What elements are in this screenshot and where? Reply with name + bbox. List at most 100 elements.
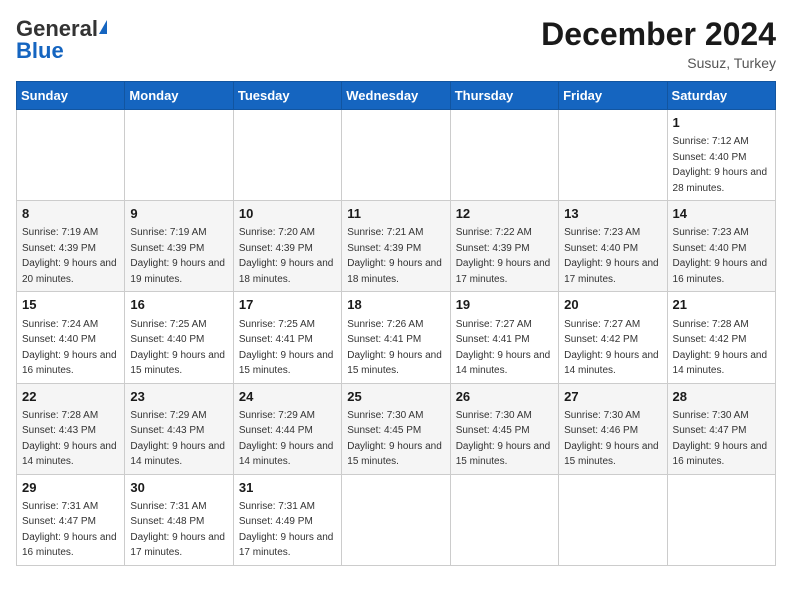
day-number: 21	[673, 296, 770, 314]
calendar-header-row: SundayMondayTuesdayWednesdayThursdayFrid…	[17, 82, 776, 110]
day-number: 30	[130, 479, 227, 497]
day-number: 15	[22, 296, 119, 314]
day-number: 16	[130, 296, 227, 314]
day-number: 14	[673, 205, 770, 223]
day-info: Sunrise: 7:26 AMSunset: 4:41 PMDaylight:…	[347, 319, 442, 377]
calendar-cell	[342, 474, 450, 565]
logo-blue: Blue	[16, 38, 64, 64]
calendar-cell: 25 Sunrise: 7:30 AMSunset: 4:45 PMDayligh…	[342, 383, 450, 474]
calendar-week-row: 8Sunrise: 7:19 AMSunset: 4:39 PMDaylight…	[17, 201, 776, 292]
calendar-week-row: 22 Sunrise: 7:28 AMSunset: 4:43 PMDayligh…	[17, 383, 776, 474]
calendar-cell: 10 Sunrise: 7:20 AMSunset: 4:39 PMDayligh…	[233, 201, 341, 292]
calendar-cell	[559, 110, 667, 201]
calendar-cell: 29 Sunrise: 7:31 AMSunset: 4:47 PMDayligh…	[17, 474, 125, 565]
day-number: 10	[239, 205, 336, 223]
calendar-cell	[559, 474, 667, 565]
calendar-cell	[17, 110, 125, 201]
day-number: 8	[22, 205, 119, 223]
logo-triangle-icon	[99, 20, 107, 34]
day-info: Sunrise: 7:23 AMSunset: 4:40 PMDaylight:…	[673, 227, 768, 285]
day-of-week-saturday: Saturday	[667, 82, 775, 110]
day-info: Sunrise: 7:29 AMSunset: 4:44 PMDaylight:…	[239, 410, 334, 468]
calendar-cell	[233, 110, 341, 201]
day-number: 24	[239, 388, 336, 406]
calendar-cell: 31 Sunrise: 7:31 AMSunset: 4:49 PMDayligh…	[233, 474, 341, 565]
calendar-cell	[450, 474, 558, 565]
day-info: Sunrise: 7:28 AMSunset: 4:42 PMDaylight:…	[673, 319, 768, 377]
day-of-week-wednesday: Wednesday	[342, 82, 450, 110]
logo: General Blue	[16, 16, 108, 64]
calendar-cell: 16 Sunrise: 7:25 AMSunset: 4:40 PMDayligh…	[125, 292, 233, 383]
day-info: Sunrise: 7:27 AMSunset: 4:42 PMDaylight:…	[564, 319, 659, 377]
calendar-cell: 24 Sunrise: 7:29 AMSunset: 4:44 PMDayligh…	[233, 383, 341, 474]
calendar-cell: 21 Sunrise: 7:28 AMSunset: 4:42 PMDayligh…	[667, 292, 775, 383]
calendar-cell: 23 Sunrise: 7:29 AMSunset: 4:43 PMDayligh…	[125, 383, 233, 474]
day-info: Sunrise: 7:12 AMSunset: 4:40 PMDaylight:…	[673, 136, 768, 194]
day-of-week-tuesday: Tuesday	[233, 82, 341, 110]
calendar-cell	[342, 110, 450, 201]
day-info: Sunrise: 7:22 AMSunset: 4:39 PMDaylight:…	[456, 227, 551, 285]
day-number: 18	[347, 296, 444, 314]
calendar-cell: 1 Sunrise: 7:12 AMSunset: 4:40 PMDaylight…	[667, 110, 775, 201]
day-number: 11	[347, 205, 444, 223]
day-number: 1	[673, 114, 770, 132]
day-info: Sunrise: 7:25 AMSunset: 4:41 PMDaylight:…	[239, 319, 334, 377]
day-info: Sunrise: 7:30 AMSunset: 4:45 PMDaylight:…	[347, 410, 442, 468]
day-of-week-friday: Friday	[559, 82, 667, 110]
day-number: 27	[564, 388, 661, 406]
title-section: December 2024 Susuz, Turkey	[541, 16, 776, 71]
day-number: 13	[564, 205, 661, 223]
calendar-cell: 28 Sunrise: 7:30 AMSunset: 4:47 PMDayligh…	[667, 383, 775, 474]
calendar-cell: 8Sunrise: 7:19 AMSunset: 4:39 PMDaylight…	[17, 201, 125, 292]
location: Susuz, Turkey	[541, 55, 776, 71]
day-info: Sunrise: 7:25 AMSunset: 4:40 PMDaylight:…	[130, 319, 225, 377]
calendar-week-row: 29 Sunrise: 7:31 AMSunset: 4:47 PMDayligh…	[17, 474, 776, 565]
calendar-week-row: 15 Sunrise: 7:24 AMSunset: 4:40 PMDayligh…	[17, 292, 776, 383]
day-info: Sunrise: 7:30 AMSunset: 4:46 PMDaylight:…	[564, 410, 659, 468]
calendar-cell: 12 Sunrise: 7:22 AMSunset: 4:39 PMDayligh…	[450, 201, 558, 292]
calendar-cell: 20 Sunrise: 7:27 AMSunset: 4:42 PMDayligh…	[559, 292, 667, 383]
calendar-cell: 22 Sunrise: 7:28 AMSunset: 4:43 PMDayligh…	[17, 383, 125, 474]
day-info: Sunrise: 7:20 AMSunset: 4:39 PMDaylight:…	[239, 227, 334, 285]
day-info: Sunrise: 7:21 AMSunset: 4:39 PMDaylight:…	[347, 227, 442, 285]
day-info: Sunrise: 7:31 AMSunset: 4:47 PMDaylight:…	[22, 501, 117, 559]
day-info: Sunrise: 7:24 AMSunset: 4:40 PMDaylight:…	[22, 319, 117, 377]
day-number: 22	[22, 388, 119, 406]
day-number: 20	[564, 296, 661, 314]
calendar-cell: 9Sunrise: 7:19 AMSunset: 4:39 PMDaylight…	[125, 201, 233, 292]
day-number: 26	[456, 388, 553, 406]
day-number: 29	[22, 479, 119, 497]
day-info: Sunrise: 7:30 AMSunset: 4:47 PMDaylight:…	[673, 410, 768, 468]
day-number: 25	[347, 388, 444, 406]
day-of-week-sunday: Sunday	[17, 82, 125, 110]
day-number: 28	[673, 388, 770, 406]
calendar-cell: 17 Sunrise: 7:25 AMSunset: 4:41 PMDayligh…	[233, 292, 341, 383]
calendar-cell	[450, 110, 558, 201]
calendar-cell: 18 Sunrise: 7:26 AMSunset: 4:41 PMDayligh…	[342, 292, 450, 383]
calendar-cell	[667, 474, 775, 565]
day-number: 31	[239, 479, 336, 497]
day-info: Sunrise: 7:23 AMSunset: 4:40 PMDaylight:…	[564, 227, 659, 285]
calendar-cell: 13 Sunrise: 7:23 AMSunset: 4:40 PMDayligh…	[559, 201, 667, 292]
day-number: 17	[239, 296, 336, 314]
calendar-table: SundayMondayTuesdayWednesdayThursdayFrid…	[16, 81, 776, 566]
calendar-cell: 11 Sunrise: 7:21 AMSunset: 4:39 PMDayligh…	[342, 201, 450, 292]
day-info: Sunrise: 7:30 AMSunset: 4:45 PMDaylight:…	[456, 410, 551, 468]
day-of-week-monday: Monday	[125, 82, 233, 110]
calendar-cell: 15 Sunrise: 7:24 AMSunset: 4:40 PMDayligh…	[17, 292, 125, 383]
day-info: Sunrise: 7:27 AMSunset: 4:41 PMDaylight:…	[456, 319, 551, 377]
calendar-cell	[125, 110, 233, 201]
day-number: 12	[456, 205, 553, 223]
calendar-week-row: 1 Sunrise: 7:12 AMSunset: 4:40 PMDaylight…	[17, 110, 776, 201]
month-title: December 2024	[541, 16, 776, 53]
day-info: Sunrise: 7:29 AMSunset: 4:43 PMDaylight:…	[130, 410, 225, 468]
calendar-cell: 27 Sunrise: 7:30 AMSunset: 4:46 PMDayligh…	[559, 383, 667, 474]
day-info: Sunrise: 7:31 AMSunset: 4:49 PMDaylight:…	[239, 501, 334, 559]
calendar-cell: 19 Sunrise: 7:27 AMSunset: 4:41 PMDayligh…	[450, 292, 558, 383]
day-number: 9	[130, 205, 227, 223]
day-number: 19	[456, 296, 553, 314]
day-number: 23	[130, 388, 227, 406]
calendar-cell: 26 Sunrise: 7:30 AMSunset: 4:45 PMDayligh…	[450, 383, 558, 474]
day-of-week-thursday: Thursday	[450, 82, 558, 110]
day-info: Sunrise: 7:28 AMSunset: 4:43 PMDaylight:…	[22, 410, 117, 468]
